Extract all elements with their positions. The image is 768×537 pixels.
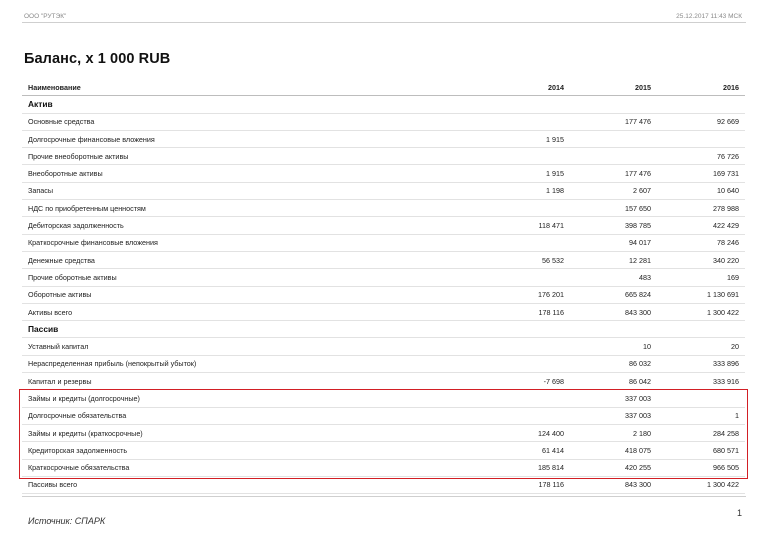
row-label: Краткосрочные финансовые вложения [22,234,482,252]
table-row: Активы всего 178 116 843 300 1 300 422 [22,303,745,322]
value-2016 [657,95,745,114]
value-2014: 178 116 [482,303,570,322]
page-number: 1 [736,508,742,518]
report-datetime: 25.12.2017 11:43 МСК [676,13,742,20]
row-label: Оборотные активы [22,286,482,304]
page-title: Баланс, x 1 000 RUB [24,51,171,67]
value-2016 [657,130,745,149]
value-2015: 86 042 [570,372,657,391]
value-2016: 278 988 [657,199,745,218]
table-row: Прочие оборотные активы 483 169 [22,268,745,287]
row-label: Активы всего [22,303,482,322]
value-2015: 843 300 [570,303,657,322]
row-label: Капитал и резервы [22,372,482,391]
value-2016: 333 896 [657,355,745,374]
value-2015: 12 281 [570,251,657,270]
row-label: Внеоборотные активы [22,164,482,183]
header-divider [22,22,746,23]
table-row: Прочие внеоборотные активы 76 726 [22,147,745,166]
table-row: НДС по приобретенным ценностям 157 650 278… [22,199,745,218]
value-2015 [570,147,657,166]
table-section-row: Актив [22,95,745,114]
column-header-name: Наименование [22,79,482,97]
value-2014 [482,199,570,218]
value-2016: 422 429 [657,216,745,235]
table-header-row: Наименование 2014 2015 2016 [22,79,745,97]
value-2016 [657,320,745,339]
value-2016: 10 640 [657,182,745,201]
value-2016: 92 669 [657,113,745,131]
section-label: Пассив [22,320,482,339]
value-2014 [482,95,570,114]
table-row: Уставный капитал 10 20 [22,337,745,356]
value-2014 [482,268,570,287]
value-2015 [570,95,657,114]
value-2016: 1 300 422 [657,303,745,322]
table-section-row: Пассив [22,320,745,339]
value-2016: 340 220 [657,251,745,270]
value-2016: 1 130 691 [657,286,745,304]
row-label: Уставный капитал [22,337,482,356]
value-2014: 56 532 [482,251,570,270]
value-2014: -7 698 [482,372,570,391]
value-2015: 94 017 [570,234,657,252]
value-2015: 177 476 [570,113,657,131]
row-label: Прочие внеоборотные активы [22,147,482,166]
table-row: Нераспределенная прибыль (непокрытый убы… [22,355,745,374]
value-2015: 177 476 [570,164,657,183]
table-row: Денежные средства 56 532 12 281 340 220 [22,251,745,270]
table-row: Краткосрочные финансовые вложения 94 017 7… [22,234,745,252]
value-2015: 665 824 [570,286,657,304]
value-2016: 169 731 [657,164,745,183]
table-row: Дебиторская задолженность 118 471 398 785 4… [22,216,745,235]
value-2014 [482,113,570,131]
value-2014 [482,320,570,339]
value-2014 [482,147,570,166]
value-2014: 118 471 [482,216,570,235]
footer-divider [22,496,746,497]
section-label: Актив [22,95,482,114]
value-2015: 10 [570,337,657,356]
row-label: НДС по приобретенным ценностям [22,199,482,218]
column-header-2015: 2015 [570,79,657,97]
column-header-2014: 2014 [482,79,570,97]
value-2016: 20 [657,337,745,356]
value-2016: 78 246 [657,234,745,252]
table-row: Запасы 1 198 2 607 10 640 [22,182,745,201]
company-name: ООО "РУТЭК" [24,13,67,20]
row-label: Прочие оборотные активы [22,268,482,287]
value-2014: 176 201 [482,286,570,304]
value-2015: 483 [570,268,657,287]
value-2015: 398 785 [570,216,657,235]
value-2014 [482,355,570,374]
value-2016: 169 [657,268,745,287]
value-2014: 1 915 [482,164,570,183]
value-2015: 2 607 [570,182,657,201]
table-row: Основные средства 177 476 92 669 [22,113,745,131]
value-2016: 76 726 [657,147,745,166]
value-2015 [570,320,657,339]
row-label: Запасы [22,182,482,201]
table-row: Долгосрочные финансовые вложения 1 915 [22,130,745,149]
value-2014 [482,337,570,356]
row-label: Дебиторская задолженность [22,216,482,235]
value-2016: 333 916 [657,372,745,391]
row-label: Нераспределенная прибыль (непокрытый убы… [22,355,482,374]
table-row: Капитал и резервы -7 698 86 042 333 916 [22,372,745,391]
value-2015: 157 650 [570,199,657,218]
value-2014: 1 915 [482,130,570,149]
value-2015 [570,130,657,149]
highlight-box [19,389,748,479]
value-2015: 86 032 [570,355,657,374]
row-label: Основные средства [22,113,482,131]
table-row: Внеоборотные активы 1 915 177 476 169 731 [22,164,745,183]
table-row: Оборотные активы 176 201 665 824 1 130 691 [22,286,745,304]
row-label: Долгосрочные финансовые вложения [22,130,482,149]
column-header-2016: 2016 [657,79,745,97]
value-2014 [482,234,570,252]
row-label: Денежные средства [22,251,482,270]
value-2014: 1 198 [482,182,570,201]
source-note: Источник: СПАРК [28,516,106,526]
